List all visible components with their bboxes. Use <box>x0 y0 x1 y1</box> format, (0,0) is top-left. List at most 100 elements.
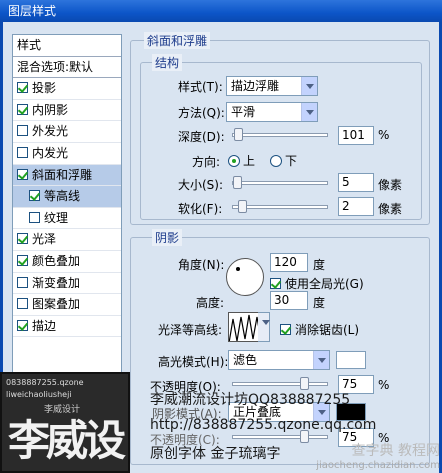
radio-on-icon <box>228 155 240 167</box>
style-item[interactable]: 图案叠加 <box>13 294 121 316</box>
blend-options-item[interactable]: 混合选项:默认 <box>13 57 121 79</box>
style-item[interactable]: 斜面和浮雕 <box>13 164 121 187</box>
watermark-line-1: 李威潮流设计坊QQ838887255 <box>150 392 351 408</box>
anti-alias-checkbox[interactable]: 消除锯齿(L) <box>280 321 359 338</box>
gloss-contour-label: 光泽等高线: <box>158 323 223 337</box>
checkbox-checked-icon[interactable] <box>17 254 28 266</box>
global-light-label: 使用全局光(G) <box>285 277 364 291</box>
checkbox-checked-icon <box>280 324 291 335</box>
angle-field[interactable]: 120 <box>270 253 308 272</box>
highlight-color-swatch[interactable] <box>336 351 366 369</box>
soften-slider[interactable] <box>232 200 328 213</box>
direction-down-label: 下 <box>285 154 298 168</box>
style-item[interactable]: 颜色叠加 <box>13 251 121 273</box>
angle-label: 角度(N): <box>178 258 225 272</box>
checkbox-unchecked-icon[interactable] <box>29 211 40 223</box>
angle-unit: 度 <box>313 258 326 272</box>
altitude-unit: 度 <box>313 296 326 310</box>
styles-list: 样式 混合选项:默认 投影内阴影外发光内发光斜面和浮雕等高线纹理光泽颜色叠加渐变… <box>12 34 122 374</box>
size-slider-thumb[interactable] <box>233 176 242 189</box>
chevron-down-icon <box>301 77 317 95</box>
soften-slider-thumb[interactable] <box>238 200 248 213</box>
highlight-mode-label: 高光模式(H): <box>158 355 229 369</box>
size-field[interactable]: 5 <box>338 173 374 192</box>
anti-alias-label: 消除锯齿(L) <box>295 323 360 337</box>
style-item[interactable]: 描边 <box>13 316 121 338</box>
highlight-opacity-slider[interactable] <box>232 377 328 390</box>
shading-title: 阴影 <box>152 229 183 246</box>
technique-label: 方法(Q): <box>178 106 225 120</box>
style-item-label: 颜色叠加 <box>32 253 81 268</box>
style-item[interactable]: 纹理 <box>13 208 121 230</box>
watermark-logo: 0838887255.qzone liweichaoliusheji 李威设计 … <box>0 372 130 473</box>
watermark-line-3: 原创字体 金子琉璃字 <box>150 446 281 462</box>
corner-brand: 查字典 教程网 <box>351 443 440 459</box>
style-item-label: 图案叠加 <box>32 297 81 312</box>
depth-unit: % <box>378 128 390 142</box>
altitude-field[interactable]: 30 <box>270 291 308 310</box>
depth-field[interactable]: 101 <box>338 126 374 145</box>
logo-mid-text: liweichaoliusheji <box>6 390 72 399</box>
style-item-label: 投影 <box>32 81 57 96</box>
style-item[interactable]: 光泽 <box>13 229 121 251</box>
style-item[interactable]: 等高线 <box>13 186 121 208</box>
size-label: 大小(S): <box>178 178 224 192</box>
style-item-label: 渐变叠加 <box>32 275 81 290</box>
style-item-label: 内发光 <box>32 145 69 160</box>
soften-label: 软化(F): <box>178 202 223 216</box>
logo-big-text: 李威设 <box>8 416 126 465</box>
window-title: 图层样式 <box>8 4 57 18</box>
style-item[interactable]: 投影 <box>13 78 121 100</box>
style-item[interactable]: 渐变叠加 <box>13 273 121 295</box>
technique-select[interactable]: 平滑 <box>226 102 318 122</box>
checkbox-checked-icon <box>270 278 281 289</box>
bevel-style-select[interactable]: 描边浮雕 <box>226 76 318 96</box>
direction-down-radio[interactable]: 下 <box>270 152 297 169</box>
technique-value: 平滑 <box>231 105 256 119</box>
depth-slider[interactable] <box>232 128 328 141</box>
checkbox-checked-icon[interactable] <box>17 103 28 115</box>
style-item-label: 内阴影 <box>32 102 69 117</box>
checkbox-unchecked-icon[interactable] <box>17 298 28 310</box>
style-item-label: 纹理 <box>44 210 69 225</box>
style-item-label: 外发光 <box>32 124 69 139</box>
angle-dial-dot <box>236 267 240 271</box>
soften-field[interactable]: 2 <box>338 197 374 216</box>
style-label: 样式(T): <box>178 80 223 94</box>
angle-dial[interactable] <box>226 258 264 296</box>
style-item[interactable]: 内发光 <box>13 143 121 165</box>
depth-slider-thumb[interactable] <box>233 128 243 141</box>
style-item[interactable]: 外发光 <box>13 121 121 143</box>
bevel-style-value: 描边浮雕 <box>231 79 280 93</box>
global-light-checkbox[interactable]: 使用全局光(G) <box>270 275 364 292</box>
chevron-down-icon <box>258 313 270 341</box>
style-item-label: 描边 <box>32 318 57 333</box>
chevron-down-icon <box>301 103 317 121</box>
shadow-opacity-slider[interactable] <box>232 430 328 443</box>
highlight-mode-select[interactable]: 滤色 <box>228 350 330 370</box>
window-titlebar[interactable]: 图层样式 <box>0 0 442 22</box>
checkbox-checked-icon[interactable] <box>17 233 28 245</box>
size-unit: 像素 <box>378 178 403 192</box>
style-item-label: 光泽 <box>32 232 57 247</box>
logo-top-text: 0838887255.qzone <box>6 378 84 387</box>
direction-label: 方向: <box>192 155 221 169</box>
gloss-contour-dropdown[interactable] <box>258 312 270 342</box>
highlight-opacity-unit: % <box>378 378 390 392</box>
checkbox-checked-icon[interactable] <box>29 190 40 202</box>
style-item[interactable]: 内阴影 <box>13 100 121 122</box>
corner-watermark: 查字典 教程网 jiaocheng.chazidian.com <box>316 440 440 471</box>
checkbox-checked-icon[interactable] <box>17 82 28 94</box>
size-slider[interactable] <box>232 176 328 189</box>
direction-up-radio[interactable]: 上 <box>228 152 255 169</box>
styles-list-header[interactable]: 样式 <box>13 35 121 57</box>
checkbox-checked-icon[interactable] <box>17 168 28 180</box>
radio-off-icon <box>270 155 282 167</box>
checkbox-unchecked-icon[interactable] <box>17 276 28 288</box>
structure-title: 结构 <box>152 54 183 71</box>
checkbox-unchecked-icon[interactable] <box>17 125 28 137</box>
style-item-label: 斜面和浮雕 <box>32 167 93 182</box>
logo-small-text: 李威设计 <box>44 405 81 415</box>
checkbox-checked-icon[interactable] <box>17 319 28 331</box>
checkbox-unchecked-icon[interactable] <box>17 146 28 158</box>
